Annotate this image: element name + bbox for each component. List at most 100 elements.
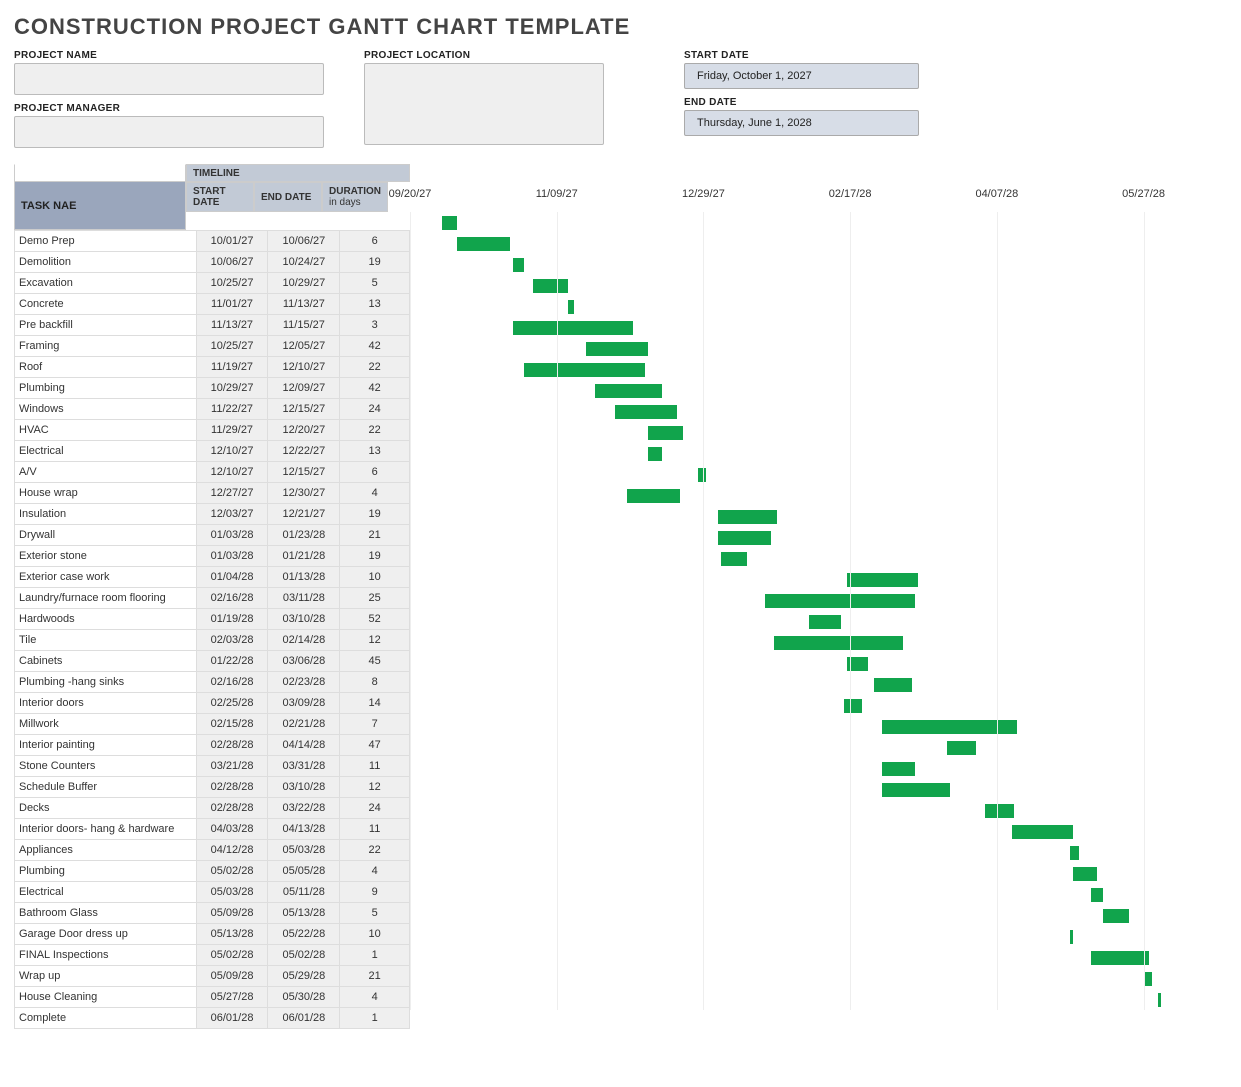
table-row[interactable]: Interior doors- hang & hardware04/03/280… [15, 819, 410, 840]
duration-cell[interactable]: 21 [340, 966, 410, 987]
task-name-cell[interactable]: Pre backfill [15, 315, 197, 336]
gantt-bar[interactable] [774, 636, 903, 650]
table-row[interactable]: Interior doors02/25/2803/09/2814 [15, 693, 410, 714]
duration-cell[interactable]: 6 [340, 231, 410, 252]
end-date-cell[interactable]: 01/13/28 [268, 567, 340, 588]
task-name-cell[interactable]: Interior painting [15, 735, 197, 756]
task-name-cell[interactable]: FINAL Inspections [15, 945, 197, 966]
task-name-cell[interactable]: Exterior case work [15, 567, 197, 588]
start-date-cell[interactable]: 01/22/28 [196, 651, 268, 672]
duration-cell[interactable]: 4 [340, 861, 410, 882]
task-name-cell[interactable]: Demolition [15, 252, 197, 273]
task-name-cell[interactable]: Demo Prep [15, 231, 197, 252]
gantt-bar[interactable] [1158, 993, 1161, 1007]
start-date-cell[interactable]: 05/02/28 [196, 861, 268, 882]
gantt-bar[interactable] [615, 405, 677, 419]
end-date-cell[interactable]: 02/23/28 [268, 672, 340, 693]
table-row[interactable]: Roof11/19/2712/10/2722 [15, 357, 410, 378]
gantt-bar[interactable] [648, 447, 663, 461]
duration-cell[interactable]: 8 [340, 672, 410, 693]
duration-cell[interactable]: 11 [340, 819, 410, 840]
task-name-cell[interactable]: Interior doors [15, 693, 197, 714]
table-row[interactable]: Complete06/01/2806/01/281 [15, 1008, 410, 1029]
task-name-cell[interactable]: Electrical [15, 882, 197, 903]
task-name-cell[interactable]: Millwork [15, 714, 197, 735]
duration-cell[interactable]: 13 [340, 294, 410, 315]
task-name-cell[interactable]: Plumbing [15, 861, 197, 882]
end-date-cell[interactable]: 05/02/28 [268, 945, 340, 966]
end-date-cell[interactable]: 03/31/28 [268, 756, 340, 777]
table-row[interactable]: FINAL Inspections05/02/2805/02/281 [15, 945, 410, 966]
table-row[interactable]: Wrap up05/09/2805/29/2821 [15, 966, 410, 987]
table-row[interactable]: Cabinets01/22/2803/06/2845 [15, 651, 410, 672]
table-row[interactable]: Tile02/03/2802/14/2812 [15, 630, 410, 651]
duration-cell[interactable]: 12 [340, 630, 410, 651]
project-manager-input[interactable] [14, 116, 324, 148]
duration-cell[interactable]: 19 [340, 504, 410, 525]
task-name-cell[interactable]: Stone Counters [15, 756, 197, 777]
start-date-cell[interactable]: 11/29/27 [196, 420, 268, 441]
start-date-cell[interactable]: 05/09/28 [196, 903, 268, 924]
duration-cell[interactable]: 19 [340, 546, 410, 567]
end-date-cell[interactable]: 03/06/28 [268, 651, 340, 672]
end-date-cell[interactable]: 04/14/28 [268, 735, 340, 756]
start-date-cell[interactable]: 05/13/28 [196, 924, 268, 945]
task-name-cell[interactable]: Excavation [15, 273, 197, 294]
start-date-cell[interactable]: 11/22/27 [196, 399, 268, 420]
table-row[interactable]: Framing10/25/2712/05/2742 [15, 336, 410, 357]
start-date-cell[interactable]: 02/28/28 [196, 735, 268, 756]
end-date-cell[interactable]: 10/29/27 [268, 273, 340, 294]
end-date-cell[interactable]: 06/01/28 [268, 1008, 340, 1029]
table-row[interactable]: Interior painting02/28/2804/14/2847 [15, 735, 410, 756]
end-date-cell[interactable]: 05/30/28 [268, 987, 340, 1008]
gantt-bar[interactable] [648, 426, 683, 440]
duration-cell[interactable]: 22 [340, 420, 410, 441]
start-date-cell[interactable]: 04/12/28 [196, 840, 268, 861]
end-date-cell[interactable]: 12/20/27 [268, 420, 340, 441]
end-date-cell[interactable]: 03/10/28 [268, 777, 340, 798]
duration-cell[interactable]: 42 [340, 336, 410, 357]
table-row[interactable]: Plumbing05/02/2805/05/284 [15, 861, 410, 882]
task-name-cell[interactable]: Complete [15, 1008, 197, 1029]
table-row[interactable]: Millwork02/15/2802/21/287 [15, 714, 410, 735]
gantt-bar[interactable] [442, 216, 457, 230]
table-row[interactable]: Bathroom Glass05/09/2805/13/285 [15, 903, 410, 924]
start-date-cell[interactable]: 02/16/28 [196, 588, 268, 609]
gantt-bar[interactable] [847, 573, 917, 587]
duration-cell[interactable]: 14 [340, 693, 410, 714]
gantt-bar[interactable] [765, 594, 915, 608]
gantt-bar[interactable] [524, 363, 644, 377]
start-date-cell[interactable]: 04/03/28 [196, 819, 268, 840]
duration-cell[interactable]: 22 [340, 357, 410, 378]
gantt-bar[interactable] [947, 741, 976, 755]
gantt-bar[interactable] [844, 699, 862, 713]
duration-cell[interactable]: 22 [340, 840, 410, 861]
table-row[interactable]: Hardwoods01/19/2803/10/2852 [15, 609, 410, 630]
task-name-cell[interactable]: Drywall [15, 525, 197, 546]
start-date-value[interactable]: Friday, October 1, 2027 [684, 63, 919, 89]
task-name-cell[interactable]: Insulation [15, 504, 197, 525]
table-row[interactable]: Electrical12/10/2712/22/2713 [15, 441, 410, 462]
end-date-cell[interactable]: 12/05/27 [268, 336, 340, 357]
task-name-cell[interactable]: Cabinets [15, 651, 197, 672]
gantt-bar[interactable] [1091, 951, 1150, 965]
task-name-cell[interactable]: Framing [15, 336, 197, 357]
end-date-cell[interactable]: 12/15/27 [268, 399, 340, 420]
duration-cell[interactable]: 25 [340, 588, 410, 609]
gantt-bar[interactable] [1144, 972, 1153, 986]
duration-cell[interactable]: 42 [340, 378, 410, 399]
end-date-cell[interactable]: 03/11/28 [268, 588, 340, 609]
end-date-cell[interactable]: 01/23/28 [268, 525, 340, 546]
task-name-cell[interactable]: Interior doors- hang & hardware [15, 819, 197, 840]
table-row[interactable]: A/V12/10/2712/15/276 [15, 462, 410, 483]
table-row[interactable]: Demolition10/06/2710/24/2719 [15, 252, 410, 273]
end-date-cell[interactable]: 03/10/28 [268, 609, 340, 630]
table-row[interactable]: Laundry/furnace room flooring02/16/2803/… [15, 588, 410, 609]
gantt-bar[interactable] [513, 258, 525, 272]
task-name-cell[interactable]: Electrical [15, 441, 197, 462]
end-date-cell[interactable]: 12/21/27 [268, 504, 340, 525]
table-row[interactable]: Plumbing -hang sinks02/16/2802/23/288 [15, 672, 410, 693]
start-date-cell[interactable]: 12/10/27 [196, 462, 268, 483]
gantt-bar[interactable] [457, 237, 510, 251]
gantt-bar[interactable] [1091, 888, 1103, 902]
